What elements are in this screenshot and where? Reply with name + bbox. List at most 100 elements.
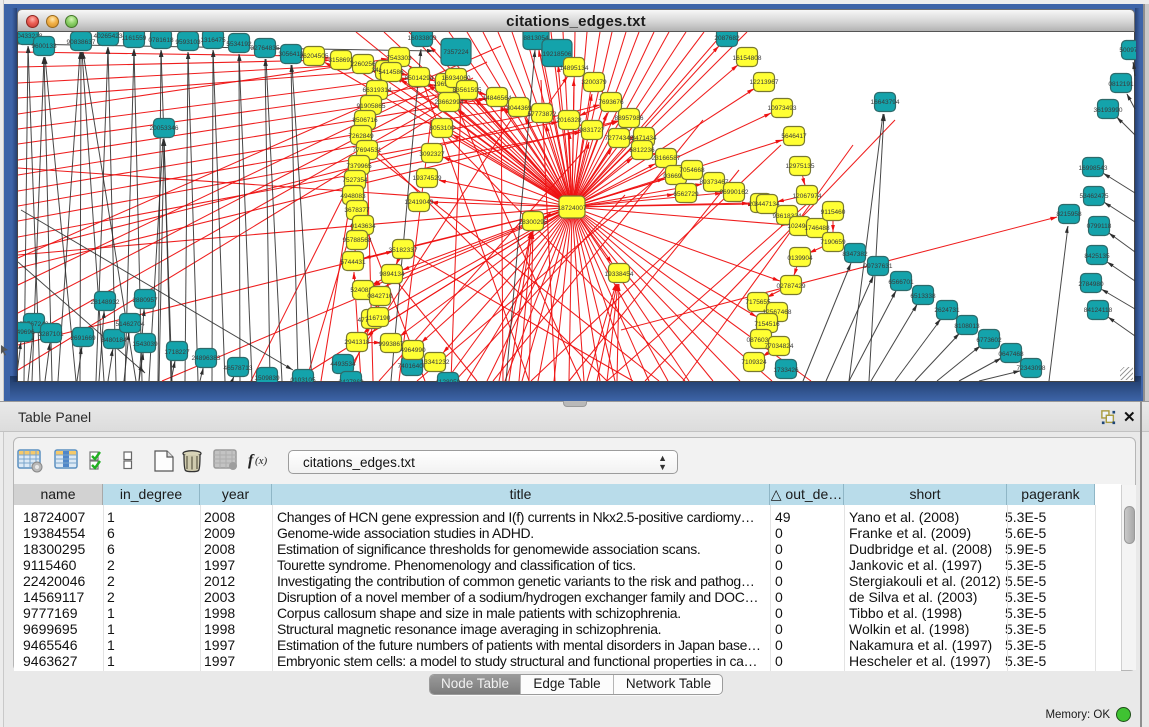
svg-text:8053100: 8053100: [429, 125, 455, 132]
svg-text:8506716: 8506716: [352, 117, 378, 124]
svg-text:2784980: 2784980: [1078, 281, 1104, 288]
svg-text:2016328: 2016328: [556, 117, 582, 124]
svg-text:99737631: 99737631: [864, 263, 893, 270]
svg-text:9593103: 9593103: [175, 39, 201, 46]
svg-text:77034824: 77034824: [765, 343, 794, 350]
svg-text:7262849: 7262849: [348, 133, 374, 140]
svg-text:2427868: 2427868: [338, 379, 364, 382]
svg-text:72343098: 72343098: [1017, 365, 1046, 372]
svg-text:57773872: 57773872: [528, 111, 557, 118]
svg-text:12067974: 12067974: [793, 193, 822, 200]
svg-text:(x): (x): [255, 455, 268, 467]
svg-text:53462475: 53462475: [1080, 193, 1109, 200]
svg-text:5744431: 5744431: [340, 259, 366, 266]
svg-text:1167190: 1167190: [366, 315, 391, 322]
svg-text:3200379: 3200379: [581, 79, 607, 86]
svg-text:12975135: 12975135: [786, 163, 815, 170]
svg-text:3287101: 3287101: [38, 331, 64, 338]
svg-text:9115460: 9115460: [821, 209, 846, 216]
svg-text:1509839: 1509839: [254, 375, 280, 382]
svg-text:66319314: 66319314: [363, 87, 392, 94]
svg-text:7379965: 7379965: [346, 163, 372, 170]
svg-text:28148932: 28148932: [91, 299, 120, 306]
svg-text:95788568: 95788568: [343, 237, 372, 244]
svg-text:0842710: 0842710: [367, 293, 393, 300]
svg-text:77694531: 77694531: [353, 147, 382, 154]
svg-text:10973493: 10973493: [768, 105, 797, 112]
svg-text:2880957: 2880957: [132, 297, 158, 304]
svg-text:16154808: 16154808: [733, 55, 762, 62]
svg-text:36193990: 36193990: [1094, 107, 1123, 114]
svg-text:6566701: 6566701: [888, 279, 914, 286]
svg-text:1316475: 1316475: [200, 37, 226, 44]
svg-text:7543303: 7543303: [386, 55, 412, 62]
svg-text:23662994: 23662994: [435, 99, 464, 106]
svg-text:7693676: 7693676: [598, 99, 624, 106]
svg-text:24896383: 24896383: [192, 355, 221, 362]
svg-text:0647468: 0647468: [998, 351, 1024, 358]
svg-text:8425135: 8425135: [1084, 253, 1110, 260]
svg-text:0799118: 0799118: [1087, 223, 1112, 230]
svg-text:8108013: 8108013: [954, 323, 980, 330]
svg-text:7109324: 7109324: [741, 359, 767, 366]
svg-text:40265423: 40265423: [94, 33, 123, 40]
svg-text:72774348: 72774348: [605, 135, 634, 142]
svg-text:1543039: 1543039: [132, 341, 158, 348]
svg-text:88957986: 88957986: [615, 115, 644, 122]
svg-text:5534192: 5534192: [226, 41, 252, 48]
svg-text:18724007: 18724007: [558, 205, 587, 212]
svg-text:1161559: 1161559: [122, 35, 147, 42]
svg-text:23166587: 23166587: [652, 155, 681, 162]
svg-text:16998543: 16998543: [1079, 165, 1108, 172]
svg-text:19338454: 19338454: [605, 271, 634, 278]
svg-text:4964990: 4964990: [400, 347, 426, 354]
svg-text:14895134: 14895134: [560, 65, 589, 72]
svg-text:5414586: 5414586: [378, 69, 404, 76]
svg-text:2624731: 2624731: [934, 307, 960, 314]
svg-text:4948083: 4948083: [340, 193, 366, 200]
svg-text:3678377: 3678377: [344, 207, 370, 214]
svg-text:0139904: 0139904: [787, 255, 813, 262]
svg-text:14846564: 14846564: [483, 95, 512, 102]
svg-text:51462704: 51462704: [116, 321, 145, 328]
svg-text:32764835: 32764835: [251, 45, 280, 52]
svg-text:19374529: 19374529: [413, 175, 442, 182]
svg-text:4493534: 4493534: [330, 361, 356, 368]
svg-text:3447134: 3447134: [754, 201, 780, 208]
svg-text:06990162: 06990162: [720, 189, 749, 196]
svg-text:91905865: 91905865: [357, 103, 386, 110]
svg-text:5812236: 5812236: [629, 147, 655, 154]
svg-text:12213967: 12213967: [750, 79, 779, 86]
svg-text:0143634: 0143634: [350, 223, 376, 230]
svg-text:1128059: 1128059: [436, 379, 461, 382]
svg-text:7154516: 7154516: [754, 321, 780, 328]
svg-text:7527354: 7527354: [342, 177, 368, 184]
svg-text:16643794: 16643794: [871, 99, 900, 106]
svg-text:20053346: 20053346: [150, 125, 179, 132]
svg-text:35182337: 35182337: [389, 247, 418, 254]
svg-text:1718227: 1718227: [164, 349, 190, 356]
svg-text:0812191: 0812191: [1108, 81, 1134, 88]
svg-text:85014294: 85014294: [405, 75, 434, 82]
svg-text:16033809: 16033809: [408, 35, 437, 42]
svg-text:9600133: 9600133: [31, 43, 57, 50]
svg-text:8480184: 8480184: [101, 337, 127, 344]
svg-text:18300295: 18300295: [519, 219, 548, 226]
svg-text:26204505: 26204505: [300, 53, 329, 60]
svg-text:0103105: 0103105: [290, 377, 316, 382]
svg-text:0781618: 0781618: [148, 37, 174, 44]
svg-text:7190659: 7190659: [820, 239, 846, 246]
svg-text:12419049: 12419049: [405, 199, 434, 206]
svg-text:2087682: 2087682: [714, 35, 740, 42]
svg-text:3092327: 3092327: [419, 151, 445, 158]
svg-text:90838637: 90838637: [67, 39, 96, 46]
svg-text:5009788: 5009788: [1119, 47, 1136, 54]
svg-text:2691669: 2691669: [70, 335, 96, 342]
svg-text:6562729: 6562729: [673, 191, 699, 198]
svg-text:2941318: 2941318: [344, 339, 370, 346]
svg-text:f: f: [248, 452, 255, 469]
svg-text:0831727: 0831727: [579, 127, 605, 134]
svg-text:7054668: 7054668: [679, 167, 705, 174]
svg-text:6773602: 6773602: [976, 337, 1002, 344]
svg-text:1746488: 1746488: [804, 225, 830, 232]
